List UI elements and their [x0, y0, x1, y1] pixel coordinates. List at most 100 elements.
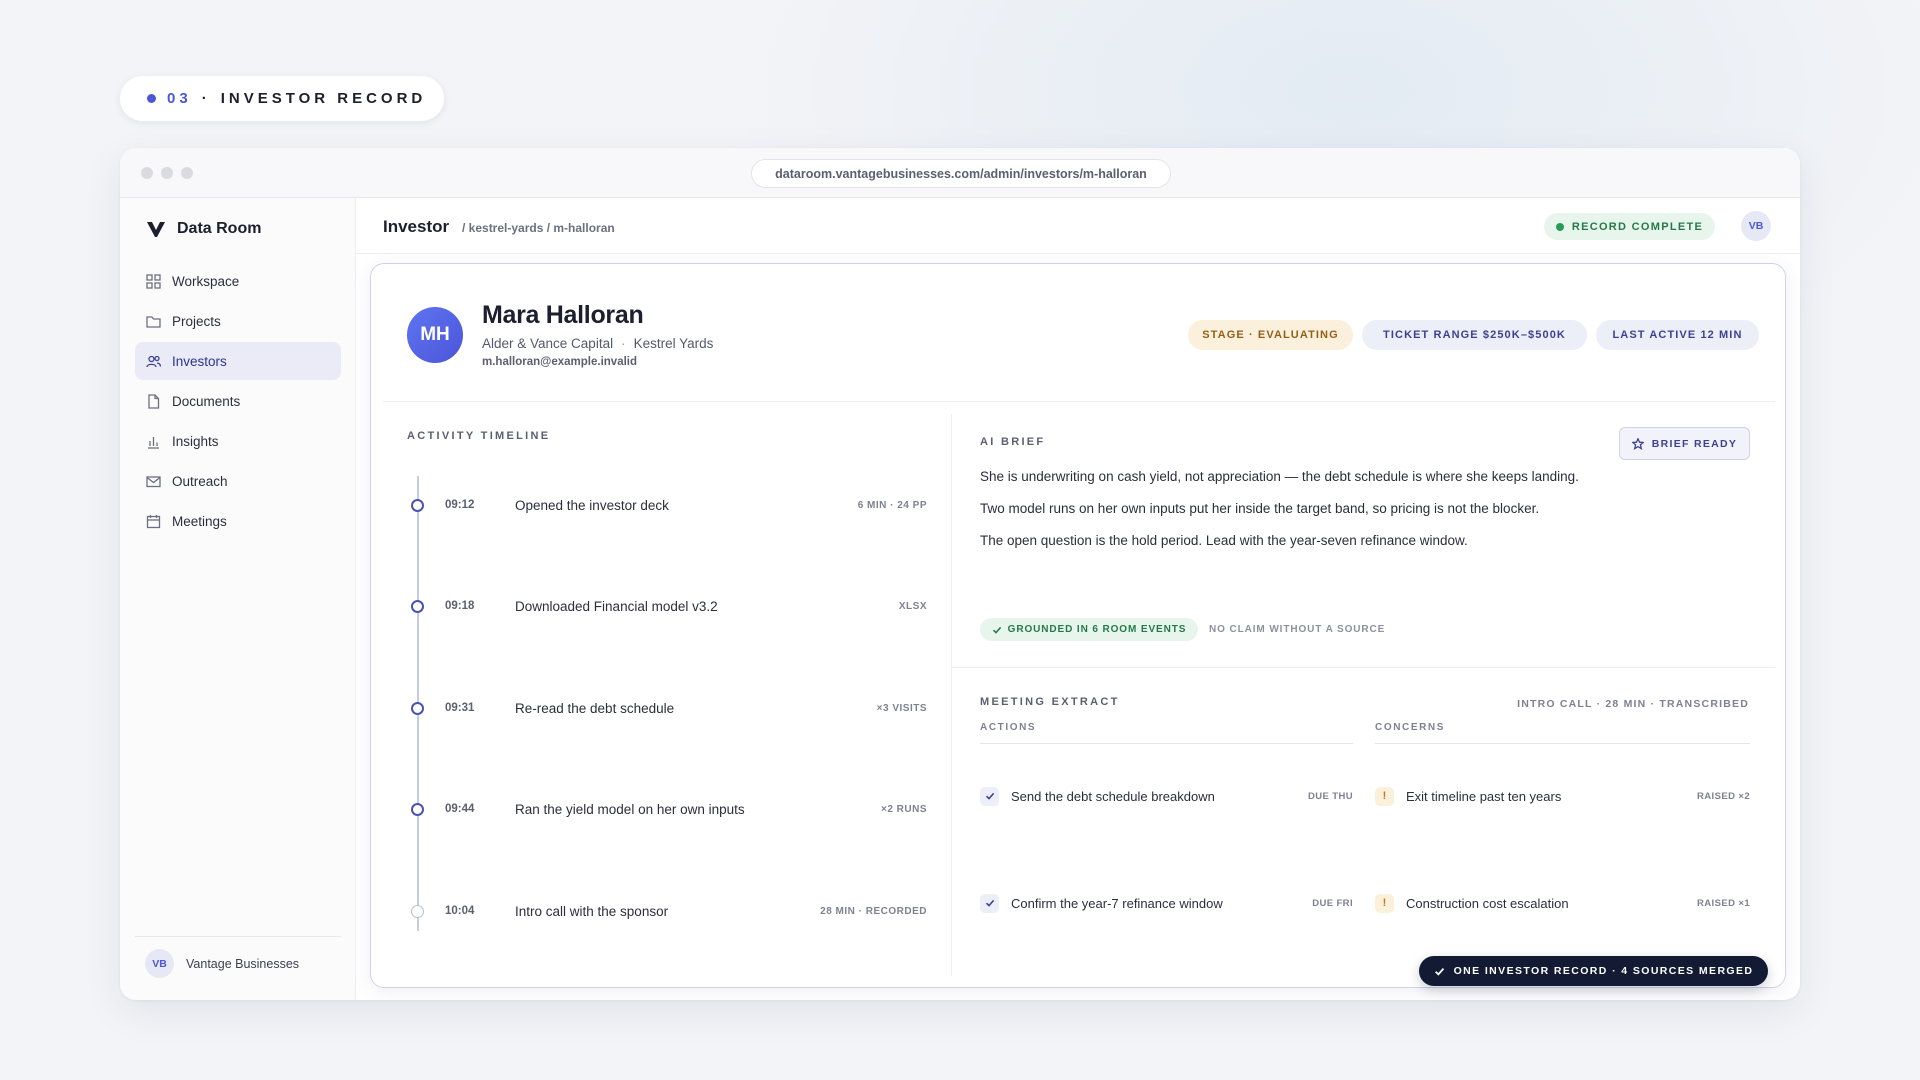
- investor-email[interactable]: m.halloran@example.invalid: [482, 356, 637, 368]
- page-title: Investor: [383, 217, 450, 236]
- timeline-time: 09:12: [445, 499, 475, 511]
- action-item[interactable]: Confirm the year-7 refinance window DUE …: [980, 893, 1353, 913]
- action-item[interactable]: Send the debt schedule breakdown DUE THU: [980, 786, 1353, 806]
- sidebar-item-label: Projects: [172, 313, 221, 329]
- timeline-node: [411, 599, 424, 613]
- header-divider: [383, 401, 1775, 402]
- action-text: Send the debt schedule breakdown: [1011, 788, 1215, 804]
- brief-line: The open question is the hold period. Le…: [980, 533, 1468, 548]
- timeline-meta: ×3 VISITS: [876, 702, 927, 714]
- action-due: DUE FRI: [1312, 897, 1353, 909]
- investor-company: Alder & Vance Capital: [482, 336, 614, 351]
- sidebar-item-outreach[interactable]: Outreach: [135, 462, 341, 500]
- concern-text: Exit timeline past ten years: [1406, 788, 1562, 804]
- timeline-node: [411, 701, 424, 715]
- sidebar: Data Room Workspace Projects Investors D…: [120, 198, 356, 1000]
- timeline-meta: 6 MIN · 24 PP: [857, 499, 927, 511]
- timeline-text: Downloaded Financial model v3.2: [515, 598, 718, 614]
- status-badge: RECORD COMPLETE: [1544, 213, 1715, 240]
- timeline-meta: XLSX: [898, 600, 927, 612]
- timeline-item[interactable]: 09:31 Re-read the debt schedule ×3 VISIT…: [407, 698, 927, 718]
- brief-ready-button[interactable]: BRIEF READY: [1619, 427, 1750, 460]
- timeline-item[interactable]: 10:04 Intro call with the sponsor 28 MIN…: [407, 901, 927, 921]
- grounded-badge: GROUNDED IN 6 ROOM EVENTS: [980, 618, 1198, 641]
- timeline-node: [411, 904, 424, 918]
- sidebar-item-meetings[interactable]: Meetings: [135, 502, 341, 540]
- warning-icon: !: [1375, 786, 1394, 806]
- actions-rule: [980, 743, 1353, 744]
- no-claim-note: NO CLAIM WITHOUT A SOURCE: [1209, 624, 1386, 635]
- grounded-label: GROUNDED IN 6 ROOM EVENTS: [1007, 624, 1187, 635]
- merged-record-label: ONE INVESTOR RECORD · 4 SOURCES MERGED: [1453, 965, 1754, 977]
- sidebar-item-label: Meetings: [172, 513, 227, 529]
- user-avatar[interactable]: VB: [1741, 211, 1771, 241]
- timeline-text: Ran the yield model on her own inputs: [515, 801, 745, 817]
- sidebar-item-label: Insights: [172, 433, 219, 449]
- close-window-button[interactable]: [141, 167, 153, 179]
- star-icon: [1631, 437, 1644, 450]
- timeline-time: 10:04: [445, 905, 475, 917]
- brief-ready-label: BRIEF READY: [1651, 437, 1738, 450]
- folder-icon: [146, 315, 161, 328]
- sidebar-item-documents[interactable]: Documents: [135, 382, 341, 420]
- mail-icon: [146, 475, 161, 487]
- timeline-node: [411, 802, 424, 816]
- concern-raised: RAISED ×2: [1697, 790, 1750, 802]
- ai-brief-label: AI BRIEF: [980, 436, 1046, 448]
- investor-organization: Alder & Vance Capital · Kestrel Yards: [482, 336, 713, 351]
- brand-name: Data Room: [177, 220, 262, 237]
- timeline-item[interactable]: 09:12 Opened the investor deck 6 MIN · 2…: [407, 495, 927, 515]
- sidebar-item-label: Workspace: [172, 273, 240, 289]
- investor-record-card: MH Mara Halloran Alder & Vance Capital · K…: [370, 263, 1786, 988]
- concern-item[interactable]: ! Exit timeline past ten years RAISED ×2: [1375, 786, 1750, 806]
- timeline-item[interactable]: 09:44 Ran the yield model on her own inp…: [407, 799, 927, 819]
- org-separator: ·: [621, 336, 626, 351]
- calendar-icon: [146, 514, 161, 528]
- breadcrumb[interactable]: / kestrel-yards / m-halloran: [462, 221, 615, 235]
- sidebar-item-workspace[interactable]: Workspace: [135, 262, 341, 300]
- sidebar-item-projects[interactable]: Projects: [135, 302, 341, 340]
- timeline-node: [411, 498, 424, 512]
- action-check-icon[interactable]: [980, 893, 999, 913]
- concern-item[interactable]: ! Construction cost escalation RAISED ×1: [1375, 893, 1750, 913]
- avatar: VB: [145, 949, 174, 978]
- investor-name: Mara Halloran: [482, 301, 644, 329]
- eyebrow-dot: [147, 94, 156, 103]
- workspace-account[interactable]: VB Vantage Businesses: [135, 936, 341, 978]
- brand[interactable]: Data Room: [147, 220, 261, 238]
- action-due: DUE THU: [1307, 790, 1353, 802]
- document-icon: [148, 393, 160, 409]
- timeline-label: ACTIVITY TIMELINE: [407, 430, 551, 442]
- eyebrow-label: INVESTOR RECORD: [220, 90, 427, 107]
- sidebar-item-label: Documents: [172, 393, 241, 409]
- check-icon: [992, 626, 1001, 634]
- sidebar-item-insights[interactable]: Insights: [135, 422, 341, 460]
- url-bar[interactable]: dataroom.vantagebusinesses.com/admin/inv…: [751, 159, 1171, 188]
- concerns-label: CONCERNS: [1375, 722, 1446, 733]
- timeline-item[interactable]: 09:18 Downloaded Financial model v3.2 XL…: [407, 596, 927, 616]
- workspace-name: Vantage Businesses: [186, 956, 300, 971]
- maximize-window-button[interactable]: [181, 167, 193, 179]
- concerns-rule: [1375, 743, 1750, 744]
- minimize-window-button[interactable]: [161, 167, 173, 179]
- timeline-text: Opened the investor deck: [515, 497, 669, 513]
- check-icon: [1434, 967, 1444, 976]
- action-check-icon[interactable]: [980, 786, 999, 806]
- meeting-extract-label: MEETING EXTRACT: [980, 696, 1120, 708]
- window-controls: [141, 167, 193, 179]
- users-icon: [146, 355, 161, 367]
- last-active-chip: LAST ACTIVE 12 MIN: [1596, 320, 1759, 350]
- timeline-meta: 28 MIN · RECORDED: [820, 905, 927, 917]
- topbar: Investor / kestrel-yards / m-halloran RE…: [356, 198, 1800, 254]
- sidebar-item-investors[interactable]: Investors: [135, 342, 341, 380]
- brand-logo-icon: [147, 221, 165, 237]
- timeline-time: 09:18: [445, 600, 475, 612]
- bar-chart-icon: [148, 436, 159, 449]
- status-dot: [1555, 222, 1564, 231]
- merged-record-badge: ONE INVESTOR RECORD · 4 SOURCES MERGED: [1419, 956, 1768, 986]
- column-divider: [951, 414, 952, 976]
- timeline-time: 09:31: [445, 702, 475, 714]
- stage-chip: STAGE · EVALUATING: [1188, 320, 1353, 350]
- timeline-text: Intro call with the sponsor: [515, 903, 669, 919]
- timeline-time: 09:44: [445, 803, 475, 815]
